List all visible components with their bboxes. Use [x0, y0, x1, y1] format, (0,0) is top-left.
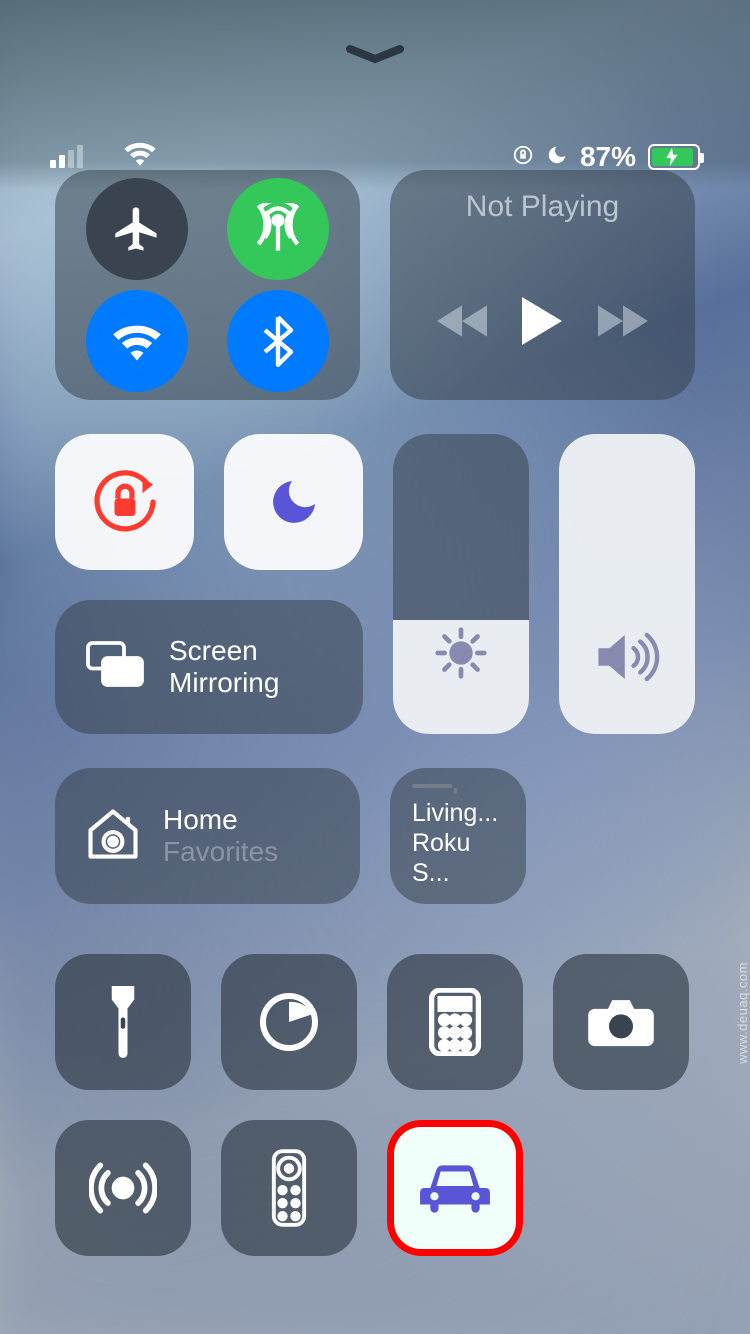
orientation-lock-status-icon: [512, 141, 534, 173]
screen-mirroring-button[interactable]: Screen Mirroring: [55, 600, 363, 734]
home-button[interactable]: Home Favorites: [55, 768, 360, 904]
camera-button[interactable]: [553, 954, 689, 1090]
grabber-icon[interactable]: [345, 44, 405, 69]
screen-mirroring-icon: [85, 639, 145, 696]
screen-mirroring-label1: Screen: [169, 635, 279, 667]
nfc-reader-button[interactable]: [55, 1120, 191, 1256]
home-label: Home: [163, 804, 278, 836]
home-icon: [83, 804, 143, 869]
do-not-disturb-toggle[interactable]: [224, 434, 363, 570]
calculator-button[interactable]: [387, 954, 523, 1090]
cellular-signal-icon: [50, 145, 83, 168]
flashlight-button[interactable]: [55, 954, 191, 1090]
timer-button[interactable]: [221, 954, 357, 1090]
status-bar: 87%: [0, 140, 750, 173]
wifi-status-icon: [123, 140, 157, 173]
brightness-icon: [433, 625, 489, 686]
home-sublabel: Favorites: [163, 836, 278, 868]
watermark: www.deuaq.com: [735, 962, 750, 1064]
bluetooth-toggle[interactable]: [227, 290, 329, 392]
battery-percent: 87%: [580, 141, 636, 173]
brightness-slider[interactable]: [393, 434, 529, 734]
wifi-toggle[interactable]: [86, 290, 188, 392]
home-device-button[interactable]: Living... Roku S...: [390, 768, 526, 904]
next-track-button[interactable]: [598, 303, 648, 344]
airplane-mode-toggle[interactable]: [86, 178, 188, 280]
battery-icon: [648, 144, 700, 170]
prev-track-button[interactable]: [437, 303, 487, 344]
media-panel[interactable]: Not Playing: [390, 170, 695, 400]
volume-slider[interactable]: [559, 434, 695, 734]
apple-tv-remote-button[interactable]: [221, 1120, 357, 1256]
volume-icon: [594, 629, 660, 690]
orientation-lock-toggle[interactable]: [55, 434, 194, 570]
screen-mirroring-label2: Mirroring: [169, 667, 279, 699]
media-title: Not Playing: [408, 188, 677, 224]
device-line1: Living...: [412, 798, 504, 828]
driving-mode-button[interactable]: [387, 1120, 523, 1256]
soundbar-icon: [412, 784, 452, 788]
device-line2: Roku S...: [412, 828, 504, 888]
play-button[interactable]: [520, 297, 564, 350]
cellular-data-toggle[interactable]: [227, 178, 329, 280]
connectivity-panel[interactable]: [55, 170, 360, 400]
moon-status-icon: [546, 141, 568, 173]
